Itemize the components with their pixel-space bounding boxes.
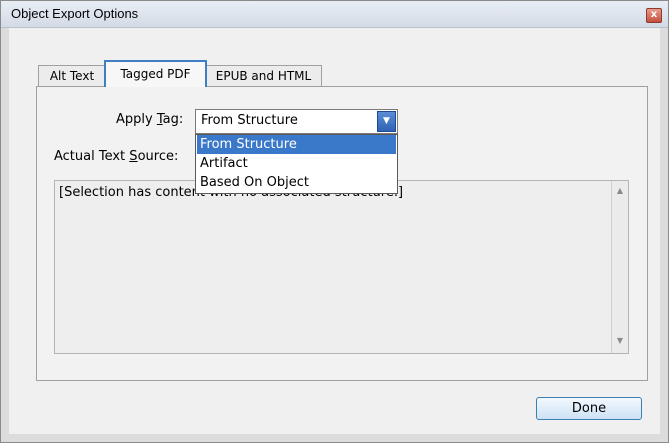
tab-alt-text[interactable]: Alt Text	[38, 65, 106, 86]
title-bar[interactable]: Object Export Options x	[1, 1, 668, 28]
actual-text-source-label: Actual Text Source:	[54, 149, 179, 164]
scroll-up-icon[interactable]: ▲	[612, 183, 628, 199]
dropdown-option-from-structure[interactable]: From Structure	[197, 135, 396, 154]
actual-text-area[interactable]: [Selection has content with no associate…	[54, 180, 629, 354]
close-icon[interactable]: x	[646, 8, 662, 23]
tab-epub-html[interactable]: EPUB and HTML	[205, 65, 322, 86]
apply-tag-dropdown: From Structure Artifact Based On Object	[195, 134, 398, 194]
apply-tag-value: From Structure	[201, 113, 298, 128]
apply-tag-label: Apply Tag:	[116, 112, 184, 127]
dropdown-option-based-on-object[interactable]: Based On Object	[197, 173, 396, 192]
dropdown-option-artifact[interactable]: Artifact	[197, 154, 396, 173]
tab-tagged-pdf[interactable]: Tagged PDF	[104, 60, 207, 87]
chevron-down-icon[interactable]: ▼	[377, 111, 396, 132]
done-button[interactable]: Done	[536, 397, 642, 420]
scroll-down-icon[interactable]: ▼	[612, 333, 628, 349]
apply-tag-select[interactable]: From Structure ▼	[195, 109, 398, 134]
vertical-scrollbar[interactable]: ▲ ▼	[611, 181, 628, 353]
dialog-title: Object Export Options	[11, 6, 139, 21]
